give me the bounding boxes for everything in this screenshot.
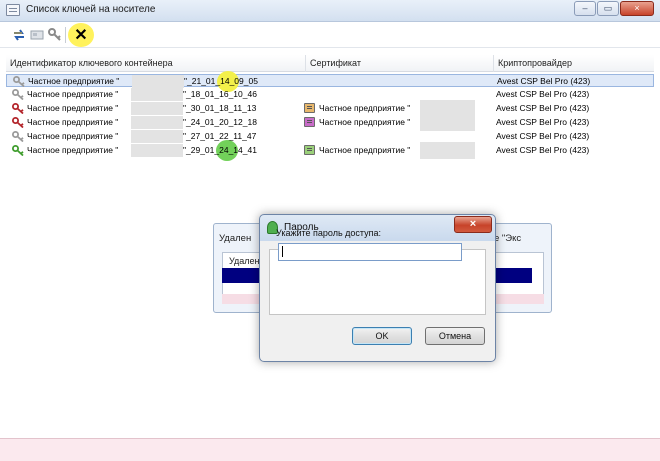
- cancel-button[interactable]: Отмена: [425, 327, 485, 345]
- delete-button[interactable]: ✕: [72, 26, 90, 44]
- key-icon: [13, 76, 25, 87]
- card-icon: [30, 30, 44, 40]
- toolbar: ✕: [0, 22, 660, 48]
- container-id-prefix: Частное предприятие ": [27, 131, 119, 141]
- table-row[interactable]: Частное предприятие " "_18_01_16_10_46 Ave…: [6, 88, 654, 101]
- key-icon: [12, 145, 24, 156]
- certificate-name: Частное предприятие ": [319, 103, 411, 113]
- status-strip: [0, 438, 660, 461]
- certificate-icon: [304, 117, 315, 127]
- container-id-suffix: "_21_01_14_09_05: [184, 76, 258, 86]
- redacted-block: [131, 88, 183, 101]
- container-id-suffix: "_18_01_16_10_46: [183, 89, 257, 99]
- crypto-provider: Avest CSP Bel Pro (423): [497, 76, 591, 86]
- crypto-provider: Avest CSP Bel Pro (423): [496, 131, 590, 141]
- column-header-cert[interactable]: Сертификат: [306, 55, 494, 72]
- ok-button[interactable]: OK: [352, 327, 412, 345]
- container-id-prefix: Частное предприятие ": [27, 145, 119, 155]
- crypto-provider: Avest CSP Bel Pro (423): [496, 117, 590, 127]
- delete-dialog-title: Удален: [219, 233, 252, 244]
- certificate-icon: [304, 103, 315, 113]
- container-id-suffix: "_24_01_20_12_18: [183, 117, 257, 127]
- delete-dialog-label: Удален: [229, 256, 260, 266]
- app-icon: [6, 4, 20, 16]
- key-icon: [12, 89, 24, 100]
- card-button[interactable]: [28, 26, 46, 44]
- progress-bar-right: [494, 268, 532, 283]
- redacted-block: [132, 75, 184, 88]
- password-dialog: Пароль × Укажите пароль доступа: OK Отме…: [259, 214, 496, 362]
- password-prompt: Укажите пароль доступа:: [276, 228, 382, 238]
- toolbar-separator: [65, 27, 66, 43]
- maximize-button[interactable]: ▭: [597, 1, 619, 16]
- certificate-icon: [304, 145, 315, 155]
- redacted-block: [420, 142, 475, 159]
- close-button[interactable]: ×: [620, 1, 654, 16]
- certificate-name: Частное предприятие ": [319, 145, 411, 155]
- column-header-provider[interactable]: Криптопровайдер: [494, 55, 654, 72]
- table-row[interactable]: Частное предприятие " "_30_01_18_11_13 Час…: [6, 100, 654, 117]
- key-icon: [12, 117, 24, 128]
- key-tool-icon: [48, 28, 61, 41]
- crypto-provider: Avest CSP Bel Pro (423): [496, 89, 590, 99]
- window-title: Список ключей на носителе: [26, 4, 156, 15]
- redacted-block: [131, 102, 183, 115]
- password-dialog-close-button[interactable]: ×: [454, 216, 492, 233]
- table-row[interactable]: Частное предприятие " "_29_01_24_14_41 Час…: [6, 140, 654, 161]
- progress-bar-left: [222, 268, 262, 283]
- minimize-button[interactable]: –: [574, 1, 596, 16]
- container-id-prefix: Частное предприятие ": [28, 76, 120, 86]
- refresh-button[interactable]: [10, 26, 28, 44]
- redacted-block: [131, 116, 183, 129]
- certificate-name: Частное предприятие ": [319, 117, 411, 127]
- container-id-prefix: Частное предприятие ": [27, 117, 119, 127]
- crypto-provider: Avest CSP Bel Pro (423): [496, 145, 590, 155]
- key-tool-button[interactable]: [46, 26, 64, 44]
- key-icon: [12, 103, 24, 114]
- delete-dialog-title-right: е "Экс: [494, 233, 522, 244]
- container-id-prefix: Частное предприятие ": [27, 103, 119, 113]
- table-row[interactable]: Частное предприятие " "_24_01_20_12_18 Час…: [6, 114, 654, 131]
- list-header: Идентификатор ключевого контейнера Серти…: [6, 55, 654, 72]
- redacted-block: [131, 144, 183, 157]
- container-id-suffix: "_29_01_24_14_41: [183, 145, 257, 155]
- key-icon: [12, 131, 24, 142]
- refresh-icon: [14, 29, 24, 41]
- window-titlebar: Список ключей на носителе – ▭ ×: [0, 0, 660, 22]
- redacted-block: [131, 130, 183, 143]
- password-input[interactable]: [278, 243, 462, 261]
- container-id-prefix: Частное предприятие ": [27, 89, 119, 99]
- container-id-suffix: "_30_01_18_11_13: [183, 103, 257, 113]
- crypto-provider: Avest CSP Bel Pro (423): [496, 103, 590, 113]
- table-row[interactable]: Частное предприятие " "_21_01_14_09_05 Ave…: [6, 71, 654, 92]
- text-caret: [282, 246, 283, 257]
- table-row[interactable]: Частное предприятие " "_27_01_22_11_47 Ave…: [6, 130, 654, 143]
- column-header-id[interactable]: Идентификатор ключевого контейнера: [6, 55, 306, 72]
- redacted-block: [420, 114, 475, 131]
